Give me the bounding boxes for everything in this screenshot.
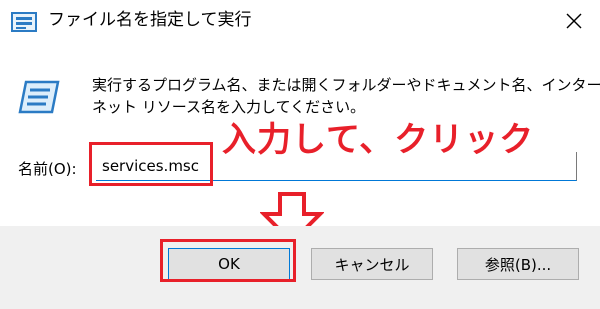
cancel-button[interactable]: キャンセル <box>311 248 433 280</box>
name-label: 名前(O): <box>18 160 77 178</box>
input-highlight-box <box>89 142 213 186</box>
window-title: ファイル名を指定して実行 <box>48 10 252 30</box>
browse-button[interactable]: 参照(B)... <box>457 248 579 280</box>
close-button[interactable] <box>554 6 594 36</box>
run-dialog: ファイル名を指定して実行 実行するプログラム名、または開くフォルダーやドキュメン… <box>0 0 600 309</box>
annotation-text: 入力して、クリック <box>222 120 535 160</box>
close-icon <box>566 13 582 29</box>
title-bar: ファイル名を指定して実行 <box>0 0 600 40</box>
ok-highlight-box <box>160 239 296 282</box>
run-dialog-icon <box>18 80 60 114</box>
run-app-icon <box>11 12 37 32</box>
instruction-line-1: 実行するプログラム名、または開くフォルダーやドキュメント名、インター <box>92 76 600 94</box>
